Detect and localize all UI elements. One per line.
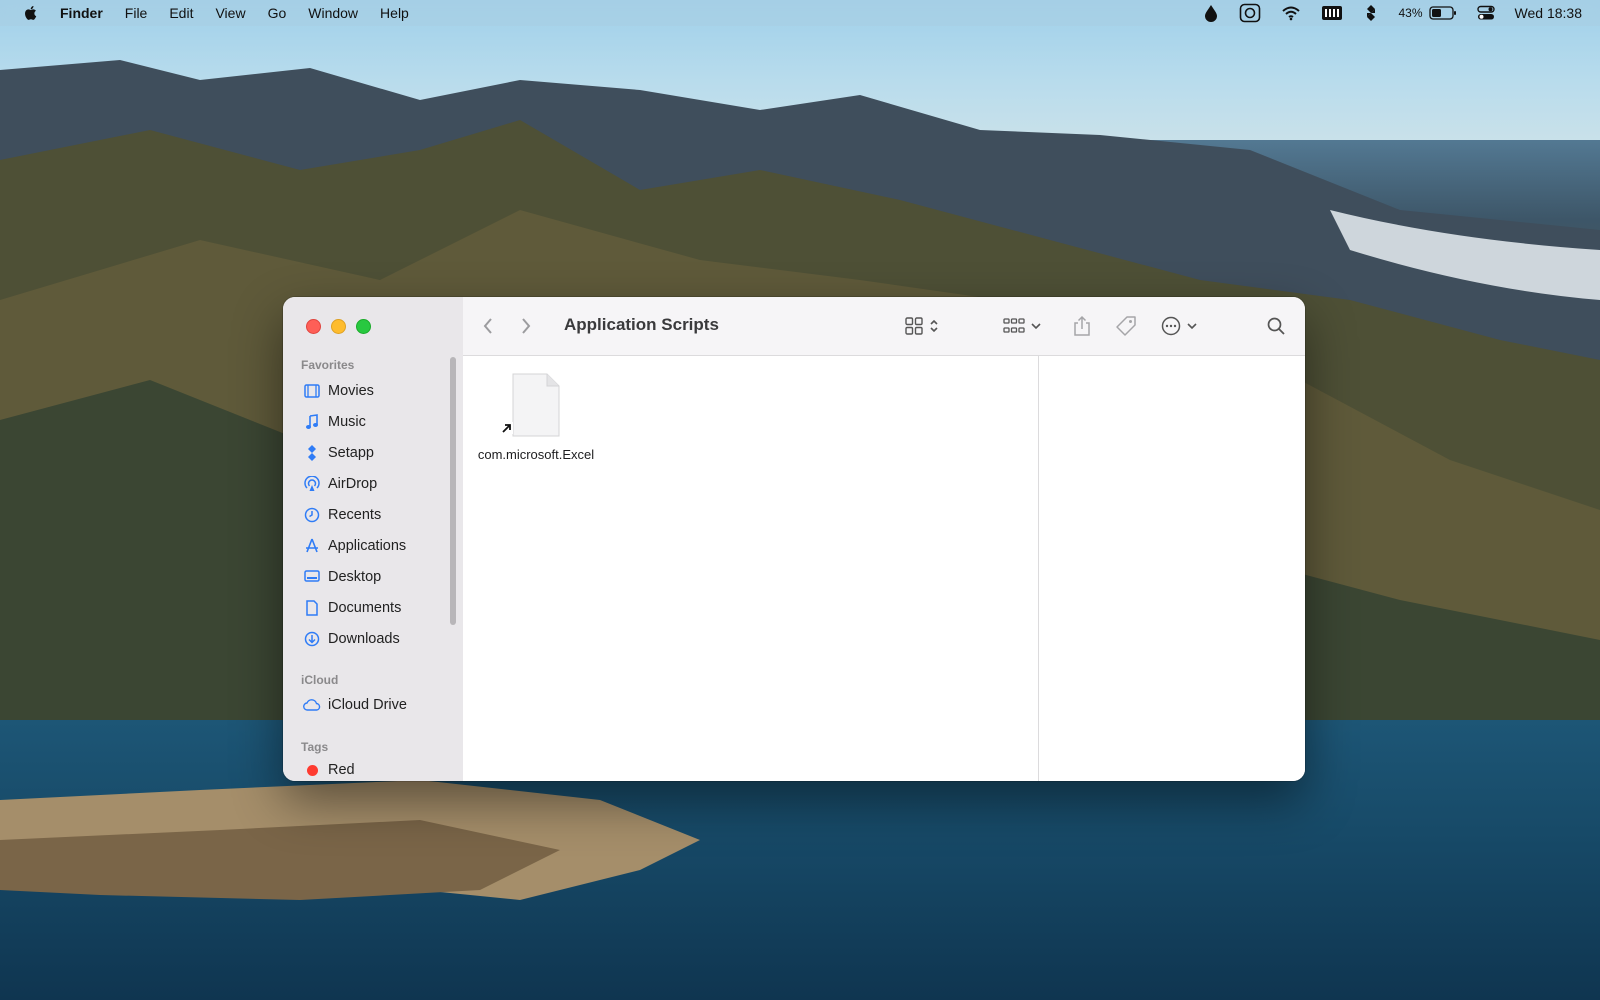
sidebar-item-music[interactable]: Music	[303, 411, 366, 433]
menu-bar: Finder File Edit View Go Window Help 43%	[0, 0, 1600, 26]
sidebar-item-recents[interactable]: Recents	[303, 504, 381, 526]
sidebar-item-applications[interactable]: Applications	[303, 535, 406, 557]
zoom-button[interactable]	[356, 319, 371, 334]
alias-arrow-icon	[501, 422, 513, 434]
sidebar-favorites-header: Favorites	[301, 358, 355, 372]
menu-go[interactable]: Go	[268, 5, 287, 21]
sidebar-icloud-header: iCloud	[301, 673, 339, 687]
sidebar-item-label: Setapp	[328, 445, 374, 461]
action-menu-button[interactable]	[1161, 314, 1197, 338]
setapp-icon[interactable]	[1363, 4, 1379, 22]
forward-button[interactable]	[515, 315, 537, 337]
setapp-icon	[303, 444, 321, 462]
tag-button[interactable]	[1115, 314, 1137, 338]
file-name: com.microsoft.Excel	[477, 447, 595, 462]
menu-view[interactable]: View	[215, 5, 245, 21]
tag-icon	[1116, 316, 1136, 336]
cloud-icon	[303, 696, 321, 714]
sidebar-item-setapp[interactable]: Setapp	[303, 442, 374, 464]
file-browser-content: com.microsoft.Excel	[463, 356, 1305, 781]
chevron-down-icon	[1031, 323, 1041, 330]
sidebar-item-label: Downloads	[328, 631, 400, 647]
sidebar-item-icloud-drive[interactable]: iCloud Drive	[303, 694, 407, 716]
share-icon	[1074, 315, 1090, 336]
battery-icon[interactable]	[1428, 6, 1457, 20]
group-button[interactable]	[1003, 314, 1041, 338]
icon-view-icon	[905, 317, 923, 335]
control-center-icon[interactable]	[1476, 5, 1495, 21]
sidebar-item-label: Movies	[328, 383, 374, 399]
sidebar-tag-red[interactable]: Red	[303, 759, 355, 781]
menu-help[interactable]: Help	[380, 5, 409, 21]
document-icon	[303, 599, 321, 617]
back-button[interactable]	[477, 315, 499, 337]
wallpaper-cliffs	[0, 780, 700, 900]
sidebar-item-label: iCloud Drive	[328, 697, 407, 713]
music-note-icon	[303, 413, 321, 431]
red-tag-dot	[303, 761, 321, 779]
sidebar-item-documents[interactable]: Documents	[303, 597, 401, 619]
sidebar-item-label: Desktop	[328, 569, 382, 585]
share-button[interactable]	[1073, 314, 1091, 338]
sidebar: Favorites Movies Music Setapp AirDrop Re…	[283, 297, 464, 781]
download-icon	[303, 630, 321, 648]
airdrop-icon	[303, 475, 321, 493]
chevron-down-icon	[1187, 323, 1197, 330]
ellipsis-circle-icon	[1161, 316, 1181, 336]
group-grid-icon	[1003, 318, 1025, 333]
file-item[interactable]: com.microsoft.Excel	[477, 372, 595, 464]
minimize-button[interactable]	[331, 319, 346, 334]
applications-icon	[303, 537, 321, 555]
sidebar-item-label: Applications	[328, 538, 407, 554]
sidebar-item-airdrop[interactable]: AirDrop	[303, 473, 377, 495]
film-icon	[303, 382, 321, 400]
clock-icon	[303, 506, 321, 524]
keyboard-icon[interactable]	[1321, 5, 1343, 21]
sidebar-item-movies[interactable]: Movies	[303, 380, 374, 402]
screenshot-icon[interactable]	[1239, 3, 1261, 23]
menu-app-name[interactable]: Finder	[60, 5, 103, 21]
wifi-icon[interactable]	[1281, 5, 1301, 21]
chevron-right-icon	[522, 318, 531, 334]
view-mode-button[interactable]	[905, 314, 939, 338]
battery-percent: 43%	[1398, 6, 1423, 20]
sidebar-tags-header: Tags	[301, 740, 329, 754]
sidebar-item-label: Recents	[328, 507, 382, 523]
menu-edit[interactable]: Edit	[169, 5, 193, 21]
finder-window: Favorites Movies Music Setapp AirDrop Re…	[283, 297, 1305, 781]
drop-icon[interactable]	[1203, 4, 1219, 22]
menu-clock[interactable]: Wed 18:38	[1515, 5, 1582, 21]
menu-window[interactable]: Window	[308, 5, 358, 21]
search-button[interactable]	[1266, 314, 1286, 338]
apple-menu-icon[interactable]	[22, 4, 40, 22]
window-title: Application Scripts	[564, 315, 719, 334]
window-controls	[306, 319, 371, 334]
sidebar-scrollbar[interactable]	[450, 357, 456, 625]
sidebar-item-label: Red	[328, 762, 355, 778]
column-divider[interactable]	[1038, 356, 1039, 781]
sidebar-item-downloads[interactable]: Downloads	[303, 628, 400, 650]
sidebar-item-label: AirDrop	[328, 476, 378, 492]
chevron-left-icon	[483, 318, 492, 334]
search-icon	[1267, 317, 1285, 335]
menu-file[interactable]: File	[125, 5, 148, 21]
sidebar-item-label: Documents	[328, 600, 402, 616]
desktop-icon	[303, 568, 321, 586]
close-button[interactable]	[306, 319, 321, 334]
toolbar: Application Scripts	[463, 297, 1305, 356]
sidebar-item-label: Music	[328, 414, 366, 430]
alias-file-icon	[501, 372, 561, 438]
up-down-chevron-icon	[930, 319, 938, 333]
sidebar-item-desktop[interactable]: Desktop	[303, 566, 381, 588]
